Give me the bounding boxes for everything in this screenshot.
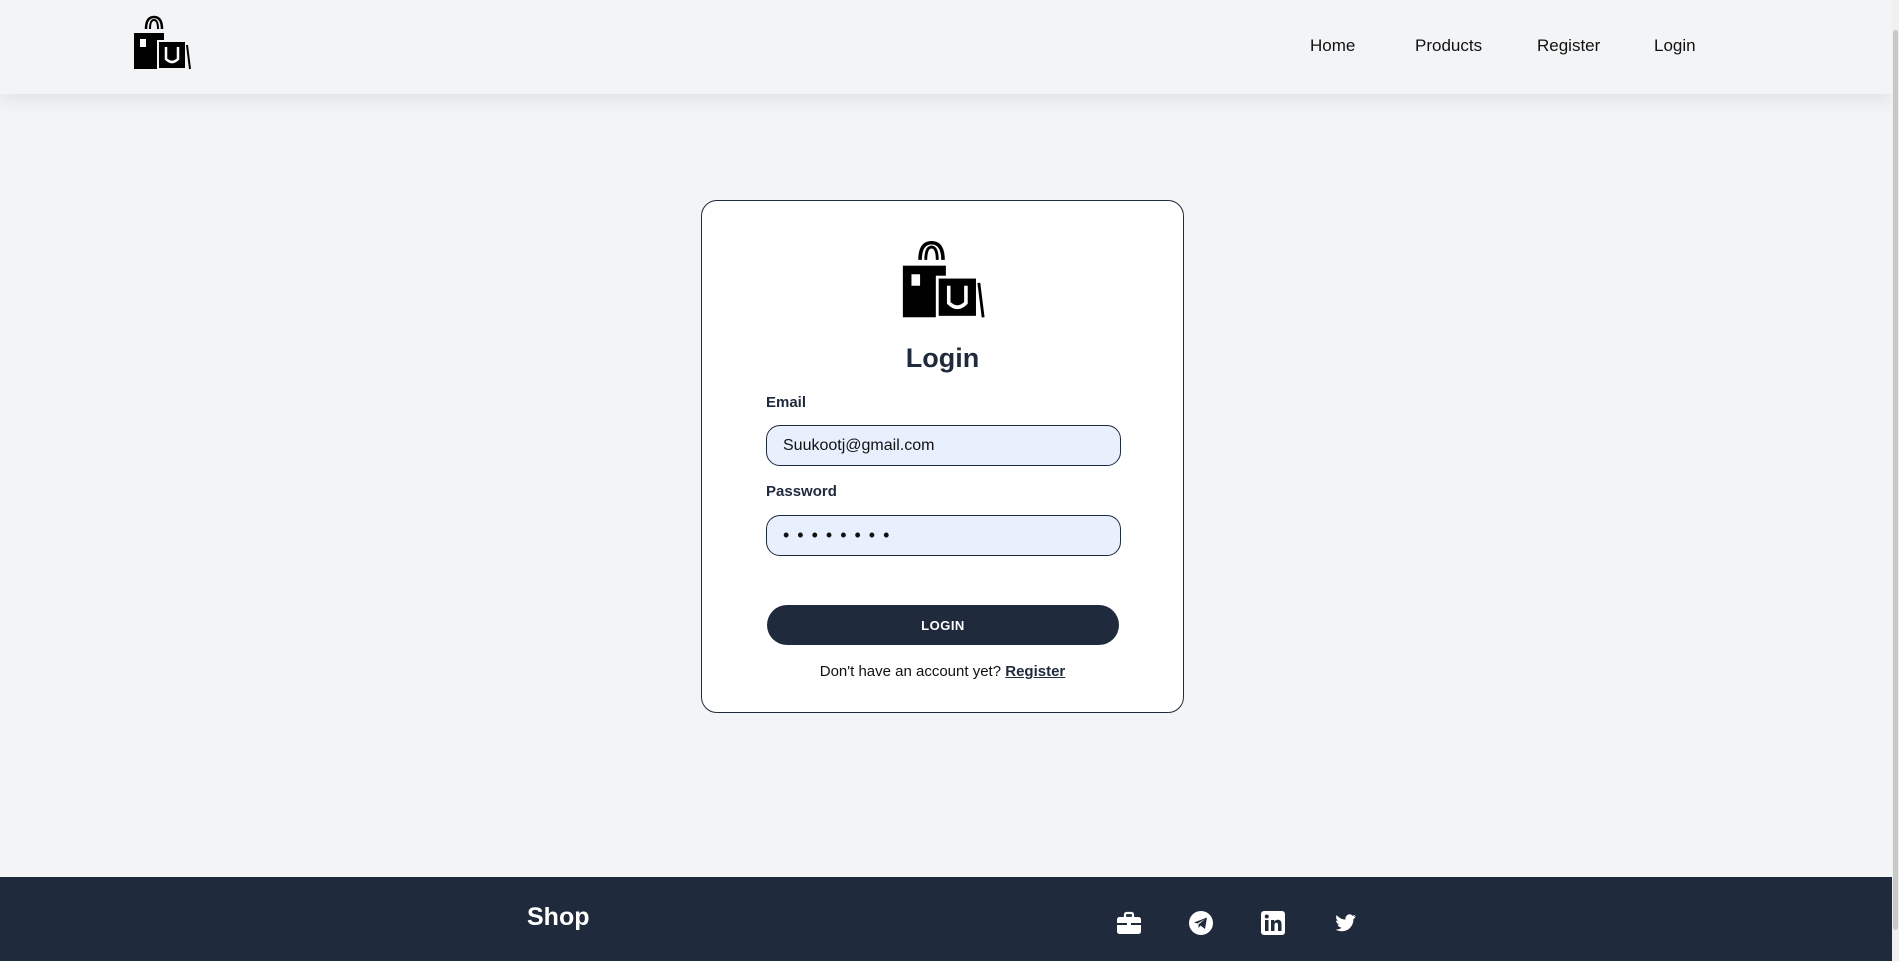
shopping-bags-icon [902,240,985,319]
shopping-bags-icon[interactable] [132,15,192,71]
footer-brand: Shop [527,903,590,931]
email-field[interactable]: Suukootj@gmail.com [766,425,1121,466]
site-header: Home Products Register Login [0,0,1892,94]
login-button[interactable]: LOGIN [767,605,1119,645]
briefcase-icon[interactable] [1116,910,1142,936]
linkedin-icon[interactable] [1260,910,1286,936]
site-footer: Shop [0,877,1892,961]
page-title: Login [905,343,980,373]
password-field[interactable]: •••••••• [766,515,1121,556]
nav-register[interactable]: Register [1537,36,1600,56]
page-scrollbar[interactable] [1892,0,1899,961]
register-prompt-line: Don't have an account yet? Register [702,663,1183,680]
scrollbar-thumb[interactable] [1893,30,1898,930]
password-label: Password [766,483,837,500]
nav-products[interactable]: Products [1415,36,1482,56]
register-link[interactable]: Register [1005,663,1065,680]
email-label: Email [766,394,807,411]
nav-login[interactable]: Login [1654,36,1696,56]
telegram-icon[interactable] [1188,910,1214,936]
twitter-icon[interactable] [1332,910,1358,936]
nav-home[interactable]: Home [1310,36,1355,56]
login-card: Login Email Suukootj@gmail.com Password … [701,200,1184,713]
register-prompt: Don't have an account yet? [819,663,1002,680]
